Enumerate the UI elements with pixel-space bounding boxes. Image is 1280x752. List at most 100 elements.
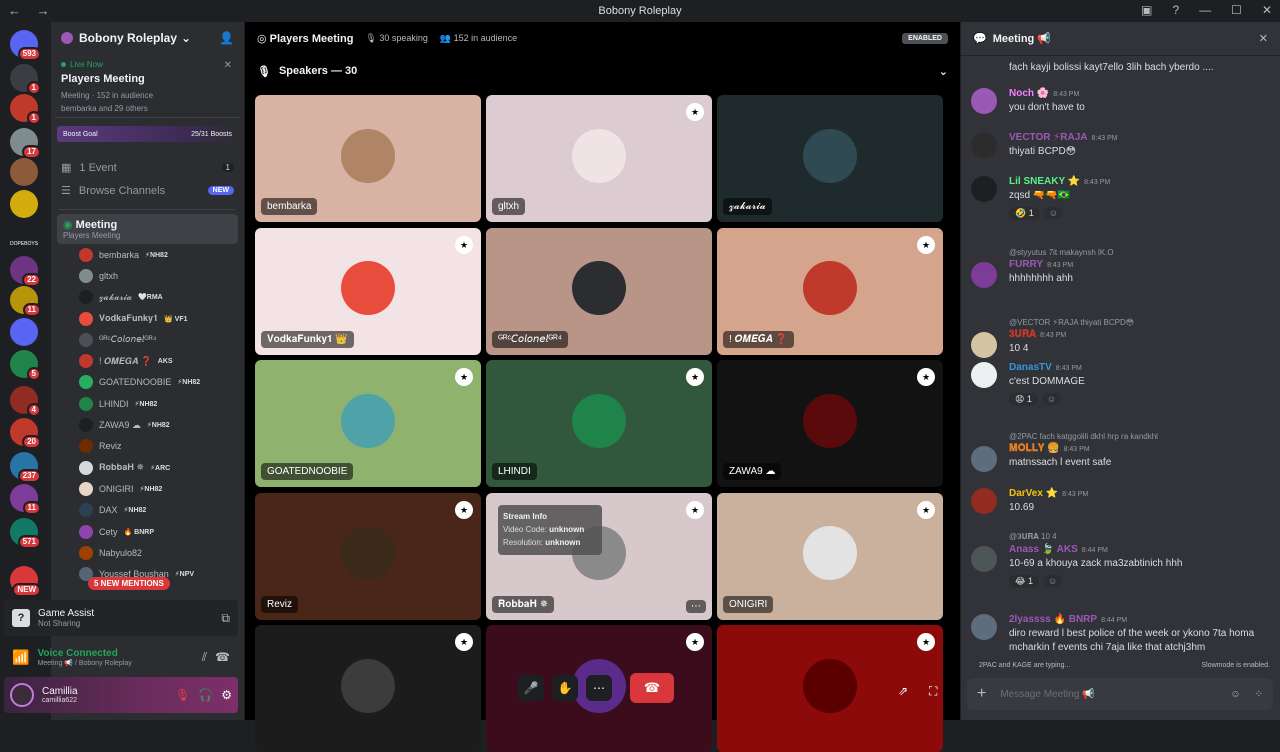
server-icon[interactable]: 20 xyxy=(10,418,41,449)
reaction[interactable]: 🤣 1 xyxy=(1009,207,1040,220)
add-reaction-icon[interactable]: ☺ xyxy=(1043,207,1063,219)
avatar[interactable] xyxy=(971,362,997,388)
server-icon[interactable]: 571 xyxy=(10,518,41,549)
share-screen-icon[interactable]: ⧉ xyxy=(221,611,230,626)
raise-hand-button[interactable]: ✋ xyxy=(552,675,578,701)
avatar[interactable] xyxy=(971,332,997,358)
voice-user[interactable]: GOATEDNOOBIE ⚡NH82 xyxy=(51,372,244,393)
avatar[interactable] xyxy=(971,488,997,514)
chat-message[interactable]: @𝟑𝐔𝐑𝐀 10 4 Anass 🍃 AKS 8:44 PM 10-69 a khou… xyxy=(971,532,1271,588)
apps-icon[interactable]: ⁘ xyxy=(1255,689,1263,700)
speaker-tile[interactable]: ★ gltxh xyxy=(486,95,712,222)
server-icon[interactable] xyxy=(10,158,38,186)
game-assist-panel[interactable]: ? Game Assist Not Sharing ⧉ xyxy=(4,600,238,636)
server-icon[interactable]: 4 xyxy=(10,386,41,417)
chevron-down-icon[interactable]: ⌄ xyxy=(939,65,948,78)
voice-user[interactable]: 𝐑𝐨𝐛𝐛𝐚𝐇 ✵ ⚡ARC xyxy=(51,457,244,478)
live-now-card[interactable]: Live Now Players Meeting Meeting · 152 i… xyxy=(55,54,240,118)
avatar[interactable] xyxy=(971,614,997,640)
noise-suppression-icon[interactable]: ⫽ xyxy=(202,650,207,665)
reply-preview[interactable]: @VECTOR ⚡RAJA thiyati BCPD😳 xyxy=(1009,318,1271,327)
chat-message[interactable]: DarVex ⭐ 8:43 PM 10.69 xyxy=(971,488,1271,515)
fullscreen-icon[interactable]: ⛶ xyxy=(929,684,937,699)
voice-user[interactable]: ONIGIRI ⚡NH82 xyxy=(51,478,244,499)
server-icon[interactable]: 5 xyxy=(10,350,41,381)
voice-user[interactable]: Reviz xyxy=(51,436,244,457)
disconnect-icon[interactable]: ☎ xyxy=(215,650,230,664)
message-author[interactable]: Anass 🍃 AKS xyxy=(1009,544,1078,555)
mute-icon[interactable]: 🎙 xyxy=(175,688,190,702)
voice-user[interactable]: bembarka ⚡NH82 xyxy=(51,244,244,265)
reply-preview[interactable]: @styyutus 7it makaynsh lK.O xyxy=(1009,248,1271,257)
speaker-tile[interactable]: ★ xyxy=(255,625,481,752)
server-icon[interactable]: DOPEBOYS xyxy=(10,230,38,258)
nav-arrows[interactable]: ← → xyxy=(8,3,56,18)
chat-message[interactable]: @VECTOR ⚡RAJA thiyati BCPD😳 𝟑𝐔𝐑𝐀 8:43 PM 10… xyxy=(971,318,1271,358)
speaker-tile[interactable]: ★ ONIGIRI xyxy=(717,492,943,620)
server-icon[interactable]: 11 xyxy=(10,484,41,515)
server-icon[interactable]: 11 xyxy=(10,286,41,317)
voice-channel-meeting[interactable]: ◉ Meeting Players Meeting xyxy=(57,214,238,244)
avatar[interactable] xyxy=(971,262,997,288)
speaker-tile[interactable]: ★ GOATEDNOOBIE xyxy=(255,360,481,487)
message-author[interactable]: Noch 🌸 xyxy=(1009,88,1049,99)
server-icon[interactable]: 17 xyxy=(10,128,41,159)
add-reaction-icon[interactable]: ☺ xyxy=(1041,393,1062,405)
voice-user[interactable]: 𝔃𝓪𝓴𝓪𝓻𝓲𝓪 🤍RMA xyxy=(51,287,244,308)
avatar[interactable] xyxy=(971,88,997,114)
chat-message[interactable]: VECTOR ⚡RAJA 8:43 PM thiyati BCPD😳 xyxy=(971,132,1271,159)
close-icon[interactable]: ✕ xyxy=(224,60,232,71)
voice-user[interactable]: LHINDI ⚡NH82 xyxy=(51,393,244,414)
popout-icon[interactable]: ⇗ xyxy=(898,684,908,698)
server-icon[interactable]: NEW xyxy=(10,566,41,597)
reply-preview[interactable]: @𝟑𝐔𝐑𝐀 10 4 xyxy=(1009,532,1271,542)
speaker-tile[interactable]: ★ xyxy=(717,625,943,752)
avatar[interactable] xyxy=(971,132,997,158)
server-icon[interactable]: 593 xyxy=(10,30,41,61)
message-author[interactable]: DarVex ⭐ xyxy=(1009,488,1058,499)
add-reaction-icon[interactable]: ☺ xyxy=(1043,575,1063,587)
chat-message[interactable]: @2PAC fach katggolili dkhl hrp ra kandkh… xyxy=(971,432,1271,472)
close-chat-icon[interactable]: ✕ xyxy=(1259,32,1268,45)
avatar[interactable] xyxy=(971,176,997,202)
message-author[interactable]: FURRY xyxy=(1009,259,1043,270)
server-header[interactable]: Bobony Roleplay ⌄ 👤 xyxy=(51,22,244,54)
speaker-tile[interactable]: ★ ZAWA9 ☁ xyxy=(717,360,943,487)
leave-call-button[interactable]: ☎ xyxy=(630,673,674,703)
message-author[interactable]: DanasTV xyxy=(1009,362,1052,373)
maximize-icon[interactable]: ☐ xyxy=(1231,3,1242,17)
reply-preview[interactable]: @2PAC fach katggolili dkhl hrp ra kandkh… xyxy=(1009,432,1271,441)
voice-user[interactable]: ZAWA9 ☁ ⚡NH82 xyxy=(51,414,244,435)
message-author[interactable]: Lil SNEAKY ⭐ xyxy=(1009,176,1080,187)
voice-user[interactable]: Cety 🔥 BNRP xyxy=(51,521,244,542)
server-icon[interactable]: 22 xyxy=(10,256,41,287)
server-icon[interactable] xyxy=(10,190,38,218)
help-icon[interactable]: ? xyxy=(1172,3,1179,17)
server-icon[interactable]: 1 xyxy=(10,64,41,95)
server-icon[interactable] xyxy=(10,318,38,346)
speaker-tile[interactable]: ★ LHINDI xyxy=(486,360,712,487)
mute-mic-button[interactable]: 🎤 xyxy=(518,675,544,701)
voice-user[interactable]: Nabyulo82 xyxy=(51,542,244,563)
emoji-icon[interactable]: ☺ xyxy=(1230,689,1240,700)
avatar[interactable] xyxy=(971,546,997,572)
message-author[interactable]: 𝐌𝐎𝐋𝐋𝐘 🍔 xyxy=(1009,443,1060,454)
inbox-icon[interactable]: ▣ xyxy=(1141,3,1152,17)
close-window-icon[interactable]: ✕ xyxy=(1262,3,1272,17)
voice-user[interactable]: ᴳᴿᶜ𝘊𝘰𝘭𝘰𝘯𝘦𝘭ᴳᴿ⁴ xyxy=(51,329,244,350)
events-row[interactable]: ▦ 1 Event 1 xyxy=(51,156,244,179)
chat-message[interactable]: Noch 🌸 8:43 PM you don't have to xyxy=(971,88,1271,115)
reaction[interactable]: 😂 1 xyxy=(1009,575,1040,588)
more-icon[interactable]: ⋯ xyxy=(686,599,706,613)
more-options-button[interactable]: ⋯ xyxy=(586,675,612,701)
message-input[interactable]: + Message Meeting 📢 ☺ ⁘ xyxy=(967,678,1273,710)
voice-user[interactable]: 𝐕𝐨𝐝𝐤𝐚𝐅𝐮𝐧𝐤𝐲𝟏 👑 VF1 xyxy=(51,308,244,329)
avatar[interactable] xyxy=(10,683,34,707)
speaker-tile[interactable]: 𝔃𝓪𝓴𝓪𝓻𝓲𝓪 xyxy=(717,95,943,222)
voice-user[interactable]: DAX ⚡NH82 xyxy=(51,500,244,521)
server-icon[interactable]: 1 xyxy=(10,94,41,125)
chat-message[interactable]: 2lyassss 🔥 BNRP 8:44 PM diro reward l best… xyxy=(971,614,1271,655)
chat-message[interactable]: Lil SNEAKY ⭐ 8:43 PM zqsd 🔫🔫🇧🇷 🤣 1 ☺ xyxy=(971,176,1271,220)
add-member-icon[interactable]: 👤 xyxy=(219,31,234,45)
voice-user[interactable]: ! 𝑶𝑴𝑬𝑮𝑨 ❓ AKS xyxy=(51,350,244,371)
